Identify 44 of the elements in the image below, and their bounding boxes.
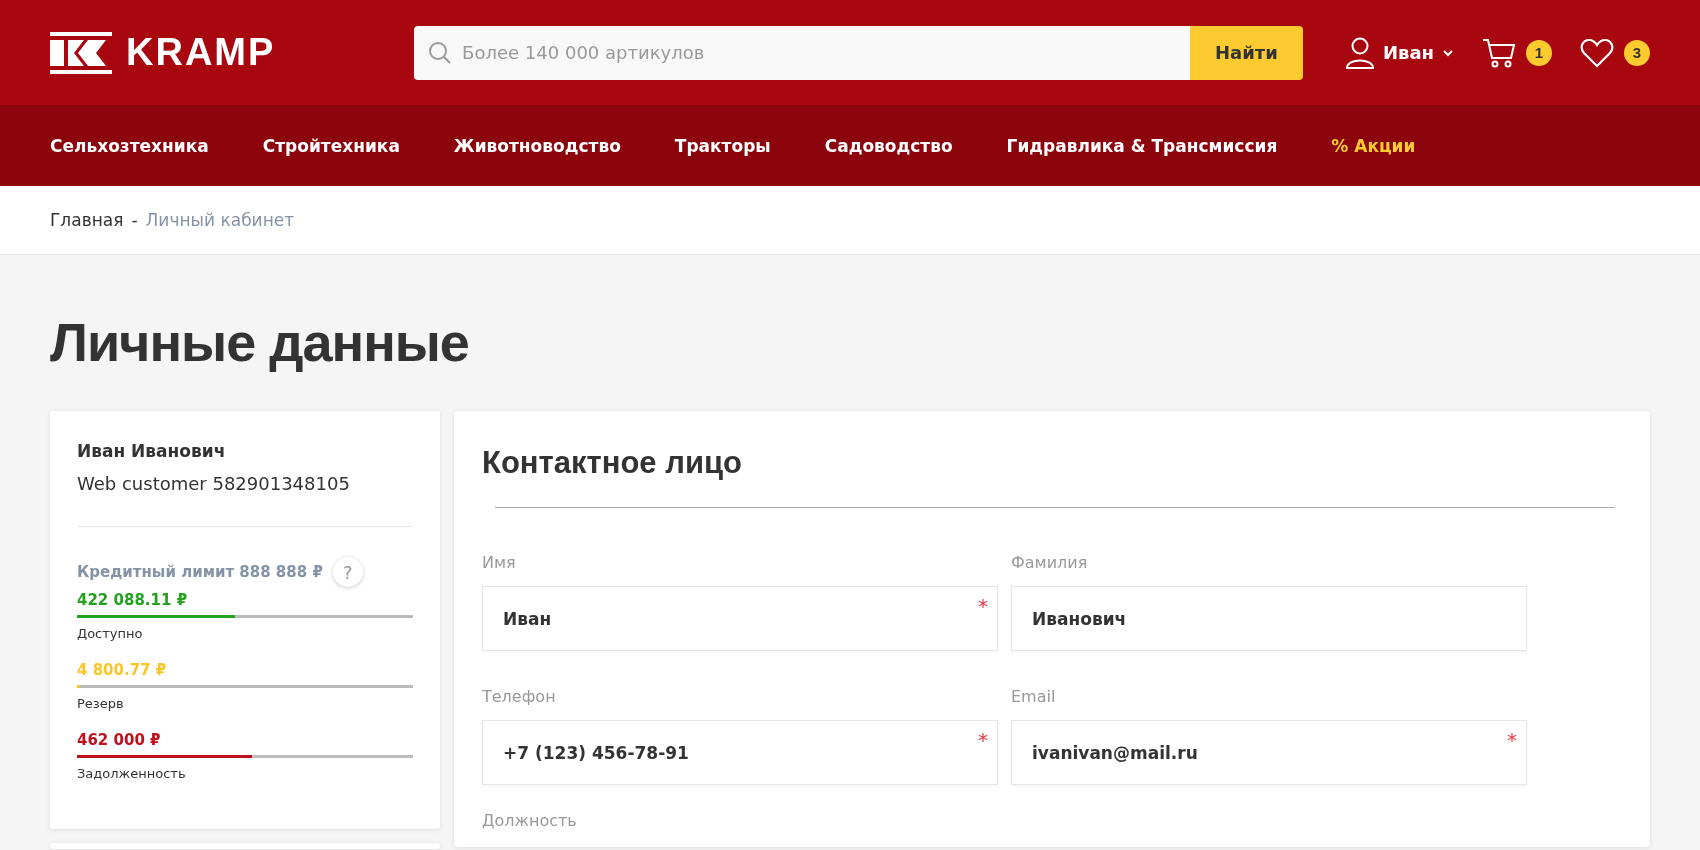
nav-link[interactable]: Стройтехника (262, 135, 400, 156)
balance-amount: 462 000 ₽ (77, 731, 162, 749)
nav-link[interactable]: Гидравлика & Трансмиссия (1006, 135, 1278, 156)
balance-label: Задолженность (77, 766, 187, 781)
field-label: Телефон (482, 687, 557, 706)
section-title: Контактное лицо (482, 445, 743, 481)
customer-name: Иван Иванович (77, 441, 227, 461)
required-mark: * (978, 728, 988, 752)
field-label: Email (1011, 687, 1057, 706)
balance-amount: 4 800.77 ₽ (77, 661, 168, 679)
logo-mark-icon (50, 31, 112, 74)
search-icon (428, 40, 453, 65)
required-mark: * (978, 594, 988, 618)
promo-link[interactable]: % Акции (1331, 135, 1416, 156)
cart-button[interactable]: 1 (1482, 37, 1552, 68)
search-input[interactable]: Более 140 000 артикулов (460, 41, 1190, 64)
customer-number: Web customer 582901348105 (77, 473, 351, 494)
breadcrumb-separator: - (131, 210, 138, 230)
input-field[interactable]: Иванович (1011, 586, 1527, 651)
nav-link[interactable]: Тракторы (674, 135, 771, 156)
credit-limit: Кредитный лимит 888 888 ₽ (77, 563, 323, 581)
user-menu[interactable]: Иван (1344, 36, 1454, 69)
field-label: Должность (482, 811, 578, 830)
search-field[interactable]: Более 140 000 артикулов (414, 25, 1190, 80)
wishlist-count-badge: 3 (1624, 39, 1650, 66)
balance-label: Резерв (77, 696, 125, 711)
user-icon (1344, 36, 1375, 69)
field-label: Фамилия (1011, 553, 1089, 572)
chevron-down-icon (1442, 48, 1454, 57)
cart-count-badge: 1 (1526, 39, 1552, 66)
heart-icon (1580, 37, 1614, 68)
balance-label: Доступно (77, 626, 144, 641)
cart-icon (1482, 37, 1516, 68)
nav-link[interactable]: Садоводство (824, 135, 953, 156)
wishlist-button[interactable]: 3 (1580, 37, 1650, 68)
balance-amount: 422 088.11 ₽ (77, 591, 189, 609)
field-label: Имя (482, 553, 517, 572)
logo-text: KRAMP (126, 31, 276, 74)
nav-link[interactable]: Животноводство (453, 135, 621, 156)
page-title: Личные данные (50, 311, 470, 374)
nav-link[interactable]: Сельхозтехника (50, 135, 209, 156)
breadcrumb-link[interactable]: Главная (50, 210, 124, 230)
required-mark: * (1507, 728, 1517, 752)
search-button[interactable]: Найти (1189, 25, 1303, 80)
